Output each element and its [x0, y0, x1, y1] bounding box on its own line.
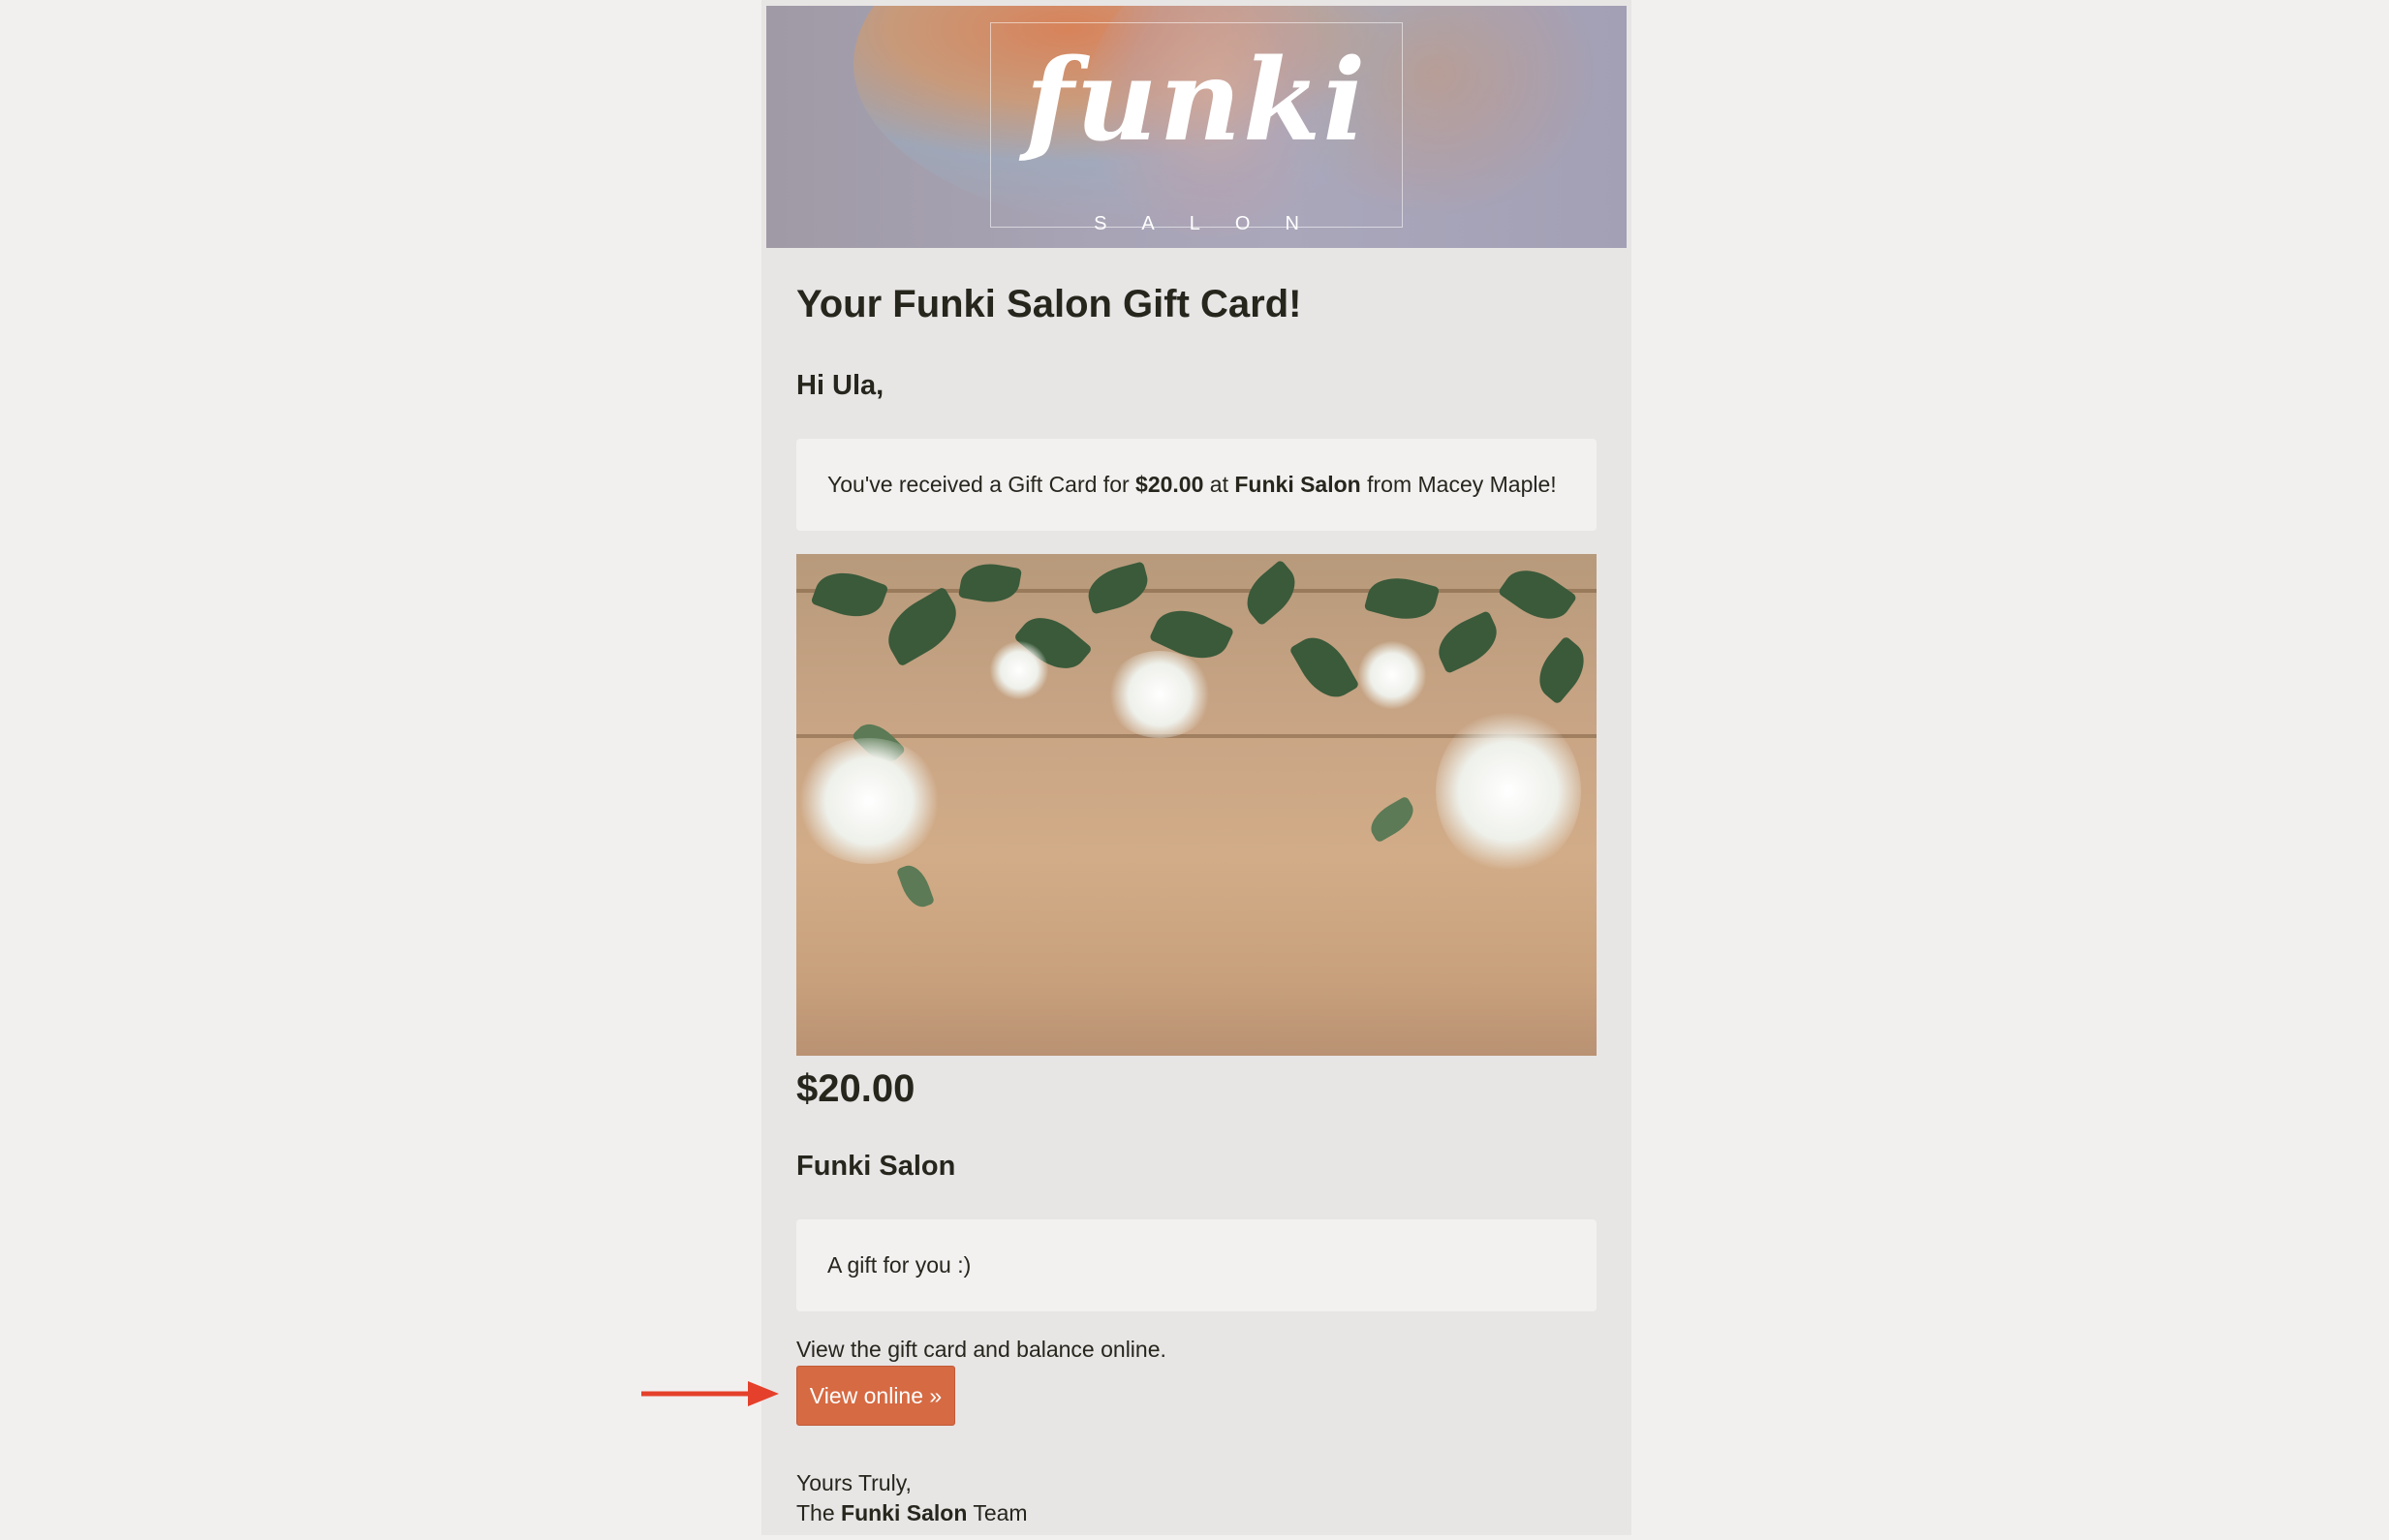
gift-card-amount: $20.00	[796, 1067, 915, 1110]
salon-logo-subtext: SALON	[1094, 213, 1334, 234]
email-container: funki SALON Your Funki Salon Gift Card! …	[761, 0, 1631, 1540]
gift-note-box: A gift for you :)	[796, 1219, 1597, 1311]
signoff-prefix: The	[796, 1500, 842, 1525]
view-online-text: View the gift card and balance online.	[796, 1337, 1166, 1362]
message-middle: at	[1203, 472, 1235, 497]
gift-note-text: A gift for you :)	[827, 1252, 972, 1278]
signoff-suffix: Team	[967, 1500, 1028, 1525]
gift-message-box: You've received a Gift Card for $20.00 a…	[796, 439, 1597, 531]
signoff-line2: The Funki Salon Team	[796, 1498, 1028, 1528]
message-prefix: You've received a Gift Card for	[827, 472, 1136, 497]
view-online-button[interactable]: View online »	[796, 1366, 955, 1426]
salon-logo: funki	[1025, 35, 1368, 167]
salon-header-banner: funki SALON	[766, 6, 1627, 248]
message-business: Funki Salon	[1234, 472, 1361, 497]
gift-card-image	[796, 554, 1597, 1056]
business-name: Funki Salon	[796, 1151, 956, 1182]
arrow-annotation-icon	[641, 1381, 779, 1406]
signoff-line1: Yours Truly,	[796, 1470, 912, 1495]
signoff-business: Funki Salon	[841, 1500, 968, 1525]
email-title: Your Funki Salon Gift Card!	[796, 283, 1302, 325]
email-signoff: Yours Truly, The Funki Salon Team	[796, 1468, 1028, 1528]
message-suffix: from Macey Maple!	[1360, 472, 1557, 497]
message-amount: $20.00	[1135, 472, 1204, 497]
greeting: Hi Ula,	[796, 370, 884, 401]
